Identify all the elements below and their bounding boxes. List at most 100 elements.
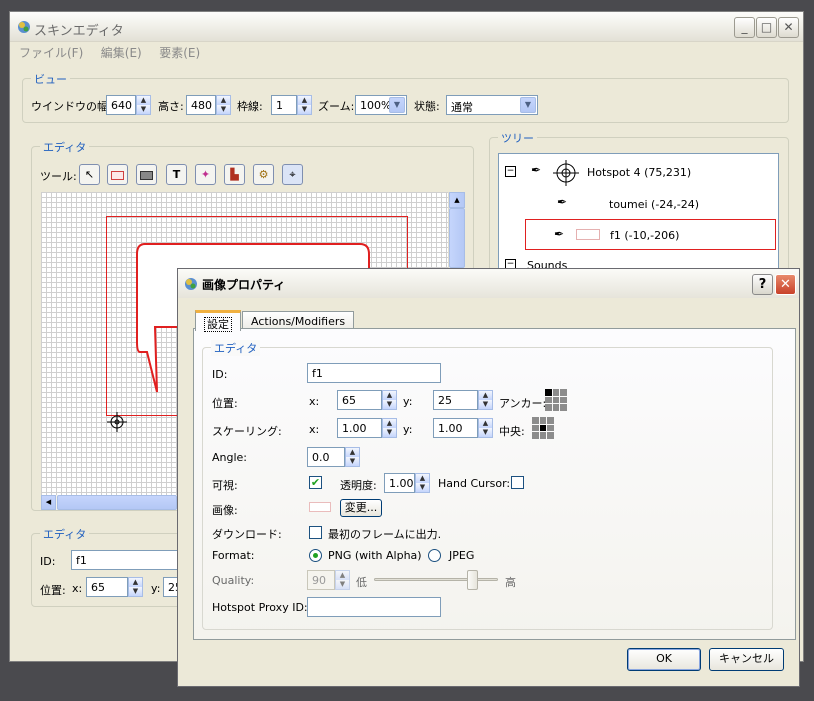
editor-group-label: エディタ [40,139,90,155]
zoom-select[interactable]: 100% ▼ [355,95,407,115]
change-image-button[interactable]: 変更... [340,499,382,517]
cancel-button[interactable]: キャンセル [709,648,784,671]
border-spinner[interactable]: ▲ ▼ [297,95,312,115]
minimize-button[interactable]: _ [734,17,755,38]
props-id-input[interactable]: f1 [71,550,181,570]
angle-spinner[interactable]: ▲ ▼ [345,447,360,467]
view-group-label: ビュー [31,71,70,87]
menu-edit[interactable]: 編集(E) [101,46,142,60]
tree-item-f1[interactable]: ✒ f1 (-10,-206) [525,219,776,250]
tool-select-button[interactable]: ↖ [79,164,100,185]
format-png-radio[interactable] [309,549,322,562]
checkmark-icon: ✔ [310,476,321,489]
hscroll-thumb[interactable] [57,495,177,510]
scale-x-spinner[interactable]: ▲ ▼ [382,418,397,438]
quality-low-label: 低 [356,576,367,589]
image-preview-thumbnail [309,502,331,512]
angle-input[interactable]: 0.0 [307,447,345,467]
visible-checkbox[interactable]: ✔ [309,476,322,489]
proxy-input[interactable] [307,597,441,617]
opacity-input[interactable]: 1.000 [384,473,415,493]
scale-y-spinner[interactable]: ▲ ▼ [478,418,493,438]
menu-file[interactable]: ファイル(F) [19,46,83,60]
close-button[interactable]: ✕ [778,17,799,38]
center-label: 中央: [499,425,525,438]
height-input[interactable]: 480 [186,95,216,115]
dialog-title: 画像プロパティ [202,278,286,292]
tool-text-button[interactable]: T [166,164,187,185]
props-x-spinner[interactable]: ▲ ▼ [128,577,143,597]
format-label: Format: [212,549,255,562]
quality-slider-thumb[interactable] [467,570,478,590]
quality-slider[interactable] [374,569,498,591]
width-label: ウインドウの幅: [31,100,112,113]
props-pos-label: 位置: [40,584,66,597]
tree-item-toumei[interactable]: ✒ toumei (-24,-24) [505,194,765,214]
menu-element[interactable]: 要素(E) [159,46,200,60]
map-icon: ▙ [230,168,239,181]
quality-spinner[interactable]: ▲ ▼ [335,570,350,590]
format-jpeg-radio[interactable] [428,549,441,562]
props-x-input[interactable]: 65 [86,577,128,597]
scroll-up-arrow[interactable]: ▲ [449,192,465,208]
pen-icon: ✒ [554,227,565,241]
tab-settings[interactable]: 設定 [195,310,241,332]
help-button[interactable]: ? [752,274,773,295]
dialog-id-input[interactable]: f1 [307,363,441,383]
first-frame-checkbox[interactable] [309,526,322,539]
scroll-left-arrow[interactable]: ◀ [41,495,56,510]
props-x-label: x: [72,582,83,595]
horizontal-scrollbar[interactable]: ◀ [41,495,181,510]
tree-item-label: f1 (-10,-206) [610,229,680,242]
ok-button[interactable]: OK [627,648,701,671]
dialog-pos-y-spinner[interactable]: ▲ ▼ [478,390,493,410]
width-input[interactable]: 640 [106,95,136,115]
dialog-pos-x-input[interactable]: 65 [337,390,382,410]
main-titlebar[interactable]: スキンエディタ _ □ ✕ [10,12,803,42]
scale-x-label: x: [309,423,320,436]
help-icon: ? [758,277,767,292]
anchor-grid[interactable] [545,389,567,411]
tool-button-button[interactable]: ✦ [195,164,216,185]
tool-image-button[interactable] [107,164,128,185]
height-spinner[interactable]: ▲ ▼ [216,95,231,115]
opacity-spinner[interactable]: ▲ ▼ [415,473,430,493]
tree-group-label: ツリー [498,130,537,146]
tool-rectangle-button[interactable] [136,164,157,185]
tool-hotspot-button[interactable]: ⌖ [282,164,303,185]
dialog-position-label: 位置: [212,397,238,410]
border-input[interactable]: 1 [271,95,297,115]
dialog-titlebar[interactable]: 画像プロパティ ? ✕ [178,269,799,298]
image-label: 画像: [212,504,238,517]
zoom-value: 100% [360,99,392,112]
width-spinner[interactable]: ▲ ▼ [136,95,151,115]
dialog-pos-x-spinner[interactable]: ▲ ▼ [382,390,397,410]
opacity-label: 透明度: [340,479,377,492]
hotspot-crosshair[interactable] [107,412,127,432]
dialog-pos-y-input[interactable]: 25 [433,390,478,410]
anchor-label: アンカー: [499,397,547,410]
scale-x-input[interactable]: 1.00 [337,418,382,438]
quality-label: Quality: [212,574,255,587]
close-icon: ✕ [780,277,791,292]
text-icon: T [172,168,181,181]
tool-map-button[interactable]: ▙ [224,164,245,185]
tree-view[interactable]: − ✒ Hotspot 4 (75,231) ✒ toumei (-24,-24… [498,153,779,272]
collapse-icon[interactable]: − [505,166,516,177]
maximize-button[interactable]: □ [756,17,777,38]
state-select[interactable]: 通常 ▼ [446,95,538,115]
props-y-label: y: [151,582,161,595]
center-grid[interactable] [532,417,554,439]
quality-slider-track [374,578,498,581]
tree-item-hotspot[interactable]: − ✒ Hotspot 4 (75,231) [505,160,765,186]
quality-input[interactable]: 90 [307,570,335,590]
dialog-close-button[interactable]: ✕ [775,274,796,295]
zoom-label: ズーム: [318,100,355,113]
image-thumbnail-icon [576,229,600,240]
tool-plugin-button[interactable]: ⚙ [253,164,274,185]
scale-y-input[interactable]: 1.00 [433,418,478,438]
hand-cursor-checkbox[interactable] [511,476,524,489]
scroll-thumb[interactable] [449,208,465,268]
dialog-id-label: ID: [212,368,228,381]
tree-item-label: toumei (-24,-24) [609,198,700,211]
